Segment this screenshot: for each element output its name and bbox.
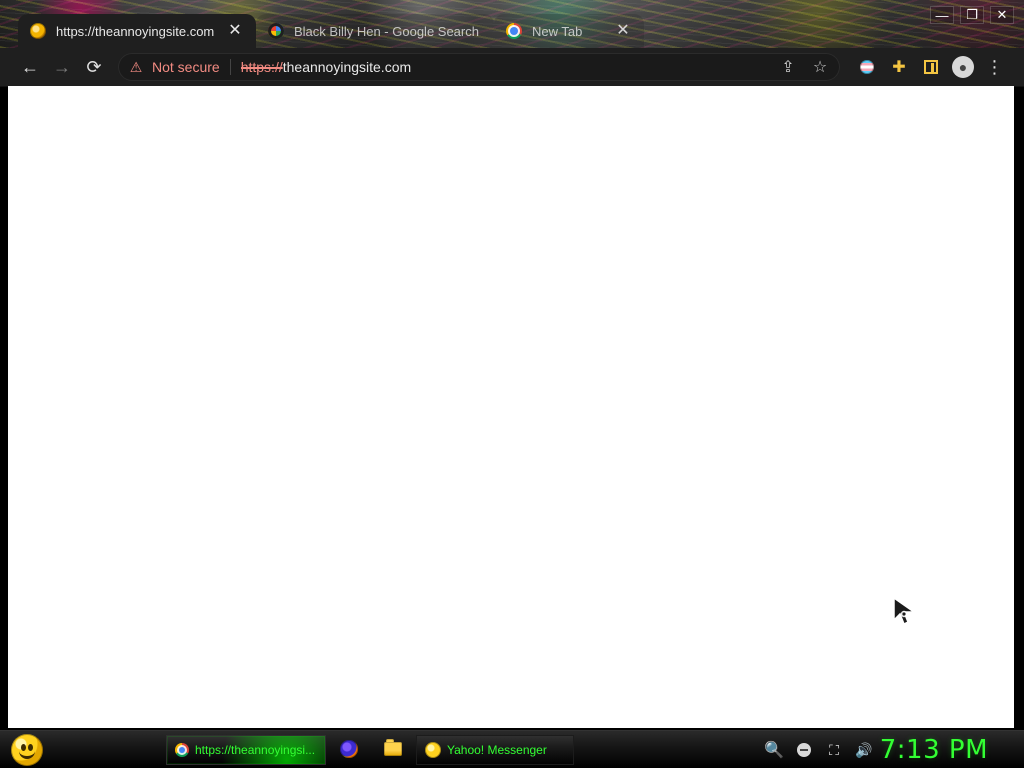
system-tray: 🔍 ⛶ 🔊 bbox=[764, 737, 874, 763]
address-bar-actions: ⇪ ☆ bbox=[778, 57, 830, 77]
avatar-icon: ● bbox=[952, 56, 974, 78]
tab-google-search[interactable]: Black Billy Hen - Google Search bbox=[256, 14, 494, 48]
toolbar-right-actions: ✚ ● ⋮ bbox=[856, 54, 1006, 80]
profile-button[interactable]: ● bbox=[952, 56, 974, 78]
chrome-icon bbox=[506, 23, 522, 39]
minimize-window-button[interactable]: — bbox=[930, 6, 954, 24]
taskbar-item-yahoo-messenger[interactable]: Yahoo! Messenger bbox=[416, 735, 574, 765]
address-bar-separator bbox=[229, 59, 231, 75]
close-window-button[interactable]: ✕ bbox=[990, 6, 1014, 24]
url-host: theannoyingsite.com bbox=[282, 59, 412, 75]
bookmark-star-icon[interactable]: ☆ bbox=[810, 57, 830, 77]
annoying-site-icon bbox=[30, 23, 46, 39]
tab-title: New Tab bbox=[532, 23, 583, 39]
address-bar[interactable]: ⚠ Not secure https://theannoyingsite.com… bbox=[118, 53, 840, 81]
taskbar-clock[interactable]: 7:13 PM bbox=[880, 733, 988, 767]
side-panel-button[interactable] bbox=[920, 56, 942, 78]
folder-icon bbox=[384, 739, 402, 756]
smiley-icon bbox=[11, 734, 43, 766]
search-icon[interactable]: 🔍 bbox=[764, 740, 784, 760]
tab-title: https://theannoyingsite.com bbox=[56, 23, 215, 39]
start-button[interactable] bbox=[8, 733, 46, 767]
taskbar: https://theannoyingsi... Yahoo! Messenge… bbox=[0, 730, 1024, 768]
chrome-icon bbox=[175, 743, 189, 757]
smiley-mouth bbox=[19, 750, 35, 759]
tab-strip: https://theannoyingsite.com ✕ Black Bill… bbox=[0, 0, 1024, 48]
side-panel-icon bbox=[924, 60, 938, 74]
mouse-cursor-icon bbox=[893, 596, 917, 626]
firefox-icon bbox=[340, 740, 358, 758]
forward-button[interactable]: → bbox=[50, 55, 74, 79]
google-icon bbox=[268, 23, 284, 39]
close-tab-icon[interactable]: ✕ bbox=[226, 22, 244, 40]
kebab-menu-icon: ⋮ bbox=[985, 56, 1005, 77]
quick-launch-files[interactable] bbox=[382, 738, 404, 760]
maximize-window-button[interactable]: ❐ bbox=[960, 6, 984, 24]
back-button[interactable]: ← bbox=[18, 55, 42, 79]
taskbar-item-label: Yahoo! Messenger bbox=[447, 743, 547, 757]
window-controls: — ❐ ✕ bbox=[930, 6, 1014, 24]
browser-toolbar: ← → ⟳ ⚠ Not secure https://theannoyingsi… bbox=[0, 48, 1024, 87]
page-content[interactable] bbox=[8, 86, 1014, 728]
browser-menu-button[interactable]: ⋮ bbox=[984, 56, 1006, 78]
share-icon[interactable]: ⇪ bbox=[778, 57, 798, 77]
minus-circle-glyph bbox=[797, 743, 811, 757]
speaker-icon[interactable]: 🔊 bbox=[854, 740, 874, 760]
reload-button[interactable]: ⟳ bbox=[82, 55, 106, 79]
tab-theannoyingsite[interactable]: https://theannoyingsite.com ✕ bbox=[18, 14, 256, 48]
extensions-button[interactable]: ✚ bbox=[888, 56, 910, 78]
url-text[interactable]: https://theannoyingsite.com bbox=[241, 59, 762, 75]
not-secure-label[interactable]: Not secure bbox=[152, 59, 220, 75]
browser-window: https://theannoyingsite.com ✕ Black Bill… bbox=[0, 0, 1024, 730]
taskbar-item-chrome[interactable]: https://theannoyingsi... bbox=[166, 735, 326, 765]
puzzle-icon: ✚ bbox=[892, 59, 906, 76]
extension-flag-button[interactable] bbox=[856, 56, 878, 78]
yahoo-messenger-icon bbox=[425, 742, 441, 758]
quick-launch-firefox[interactable] bbox=[338, 738, 360, 760]
close-tab-icon[interactable]: ✕ bbox=[614, 22, 632, 40]
flag-icon bbox=[860, 60, 874, 74]
tab-new-tab[interactable]: New Tab ✕ bbox=[494, 14, 644, 48]
taskbar-item-label: https://theannoyingsi... bbox=[195, 743, 316, 757]
tab-title: Black Billy Hen - Google Search bbox=[294, 23, 479, 39]
minus-circle-icon[interactable] bbox=[794, 740, 814, 760]
network-icon[interactable]: ⛶ bbox=[824, 740, 844, 760]
url-scheme: https:// bbox=[240, 59, 283, 75]
warning-icon: ⚠ bbox=[129, 58, 143, 75]
